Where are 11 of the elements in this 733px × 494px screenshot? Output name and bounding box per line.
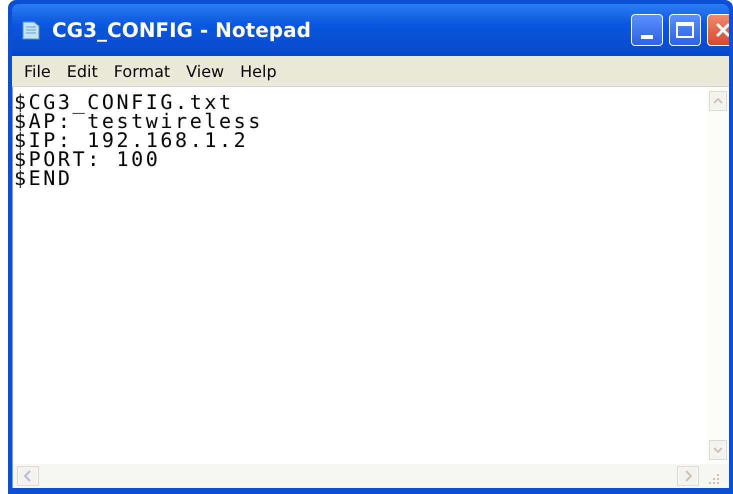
menu-item[interactable]: Format bbox=[106, 62, 178, 80]
text-line: $AP: testwireless bbox=[14, 112, 264, 131]
menu-item[interactable]: Edit bbox=[58, 62, 106, 80]
text-line: $IP: 192.168.1.2 bbox=[14, 131, 248, 150]
text-line: $END bbox=[14, 169, 73, 188]
text-line: $CG3_CONFIG.txt bbox=[14, 93, 234, 112]
menu-item[interactable]: View bbox=[178, 62, 232, 80]
window-title: CG3_CONFIG - Notepad bbox=[52, 18, 312, 42]
menu-item[interactable]: Help bbox=[232, 62, 285, 80]
text-line: $PORT: 100 bbox=[14, 150, 160, 169]
menu-item[interactable]: File bbox=[16, 62, 59, 80]
